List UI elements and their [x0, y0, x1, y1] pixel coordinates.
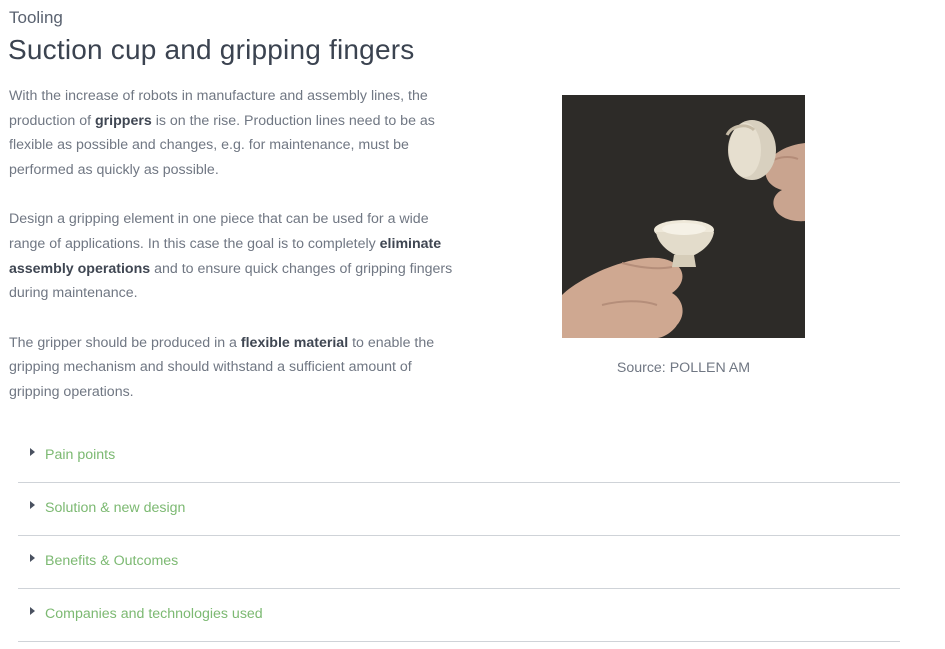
gripper-photo-illustration — [562, 95, 805, 338]
category-label: Tooling — [9, 8, 63, 27]
caret-right-icon — [30, 607, 35, 615]
emphasis: grippers — [94, 112, 152, 129]
paragraph-material: The gripper should be produced in a flex… — [9, 331, 459, 405]
page-title: Suction cup and gripping fingers — [8, 34, 415, 65]
accordion-item-pain-points[interactable]: Pain points — [18, 430, 900, 483]
accordion: Pain points Solution & new design Benefi… — [18, 430, 900, 642]
emphasis: flexible material — [240, 334, 349, 351]
caret-right-icon — [30, 448, 35, 456]
text: Design a gripping element in one piece t… — [9, 211, 429, 252]
accordion-label: Benefits & Outcomes — [45, 553, 179, 569]
image-caption: Source: POLLEN AM — [616, 360, 751, 376]
description: With the increase of robots in manufactu… — [9, 84, 459, 430]
paragraph-intro: With the increase of robots in manufactu… — [9, 84, 459, 182]
accordion-label: Solution & new design — [45, 500, 186, 516]
caret-right-icon — [30, 554, 35, 562]
accordion-item-benefits[interactable]: Benefits & Outcomes — [18, 536, 900, 589]
gripper-photo — [562, 95, 805, 338]
caret-right-icon — [30, 501, 35, 509]
accordion-label: Pain points — [45, 447, 116, 463]
accordion-item-solution[interactable]: Solution & new design — [18, 483, 900, 536]
paragraph-goal: Design a gripping element in one piece t… — [9, 207, 459, 305]
accordion-label: Companies and technologies used — [45, 606, 263, 622]
accordion-item-companies[interactable]: Companies and technologies used — [18, 589, 900, 642]
text: The gripper should be produced in a — [9, 334, 241, 351]
